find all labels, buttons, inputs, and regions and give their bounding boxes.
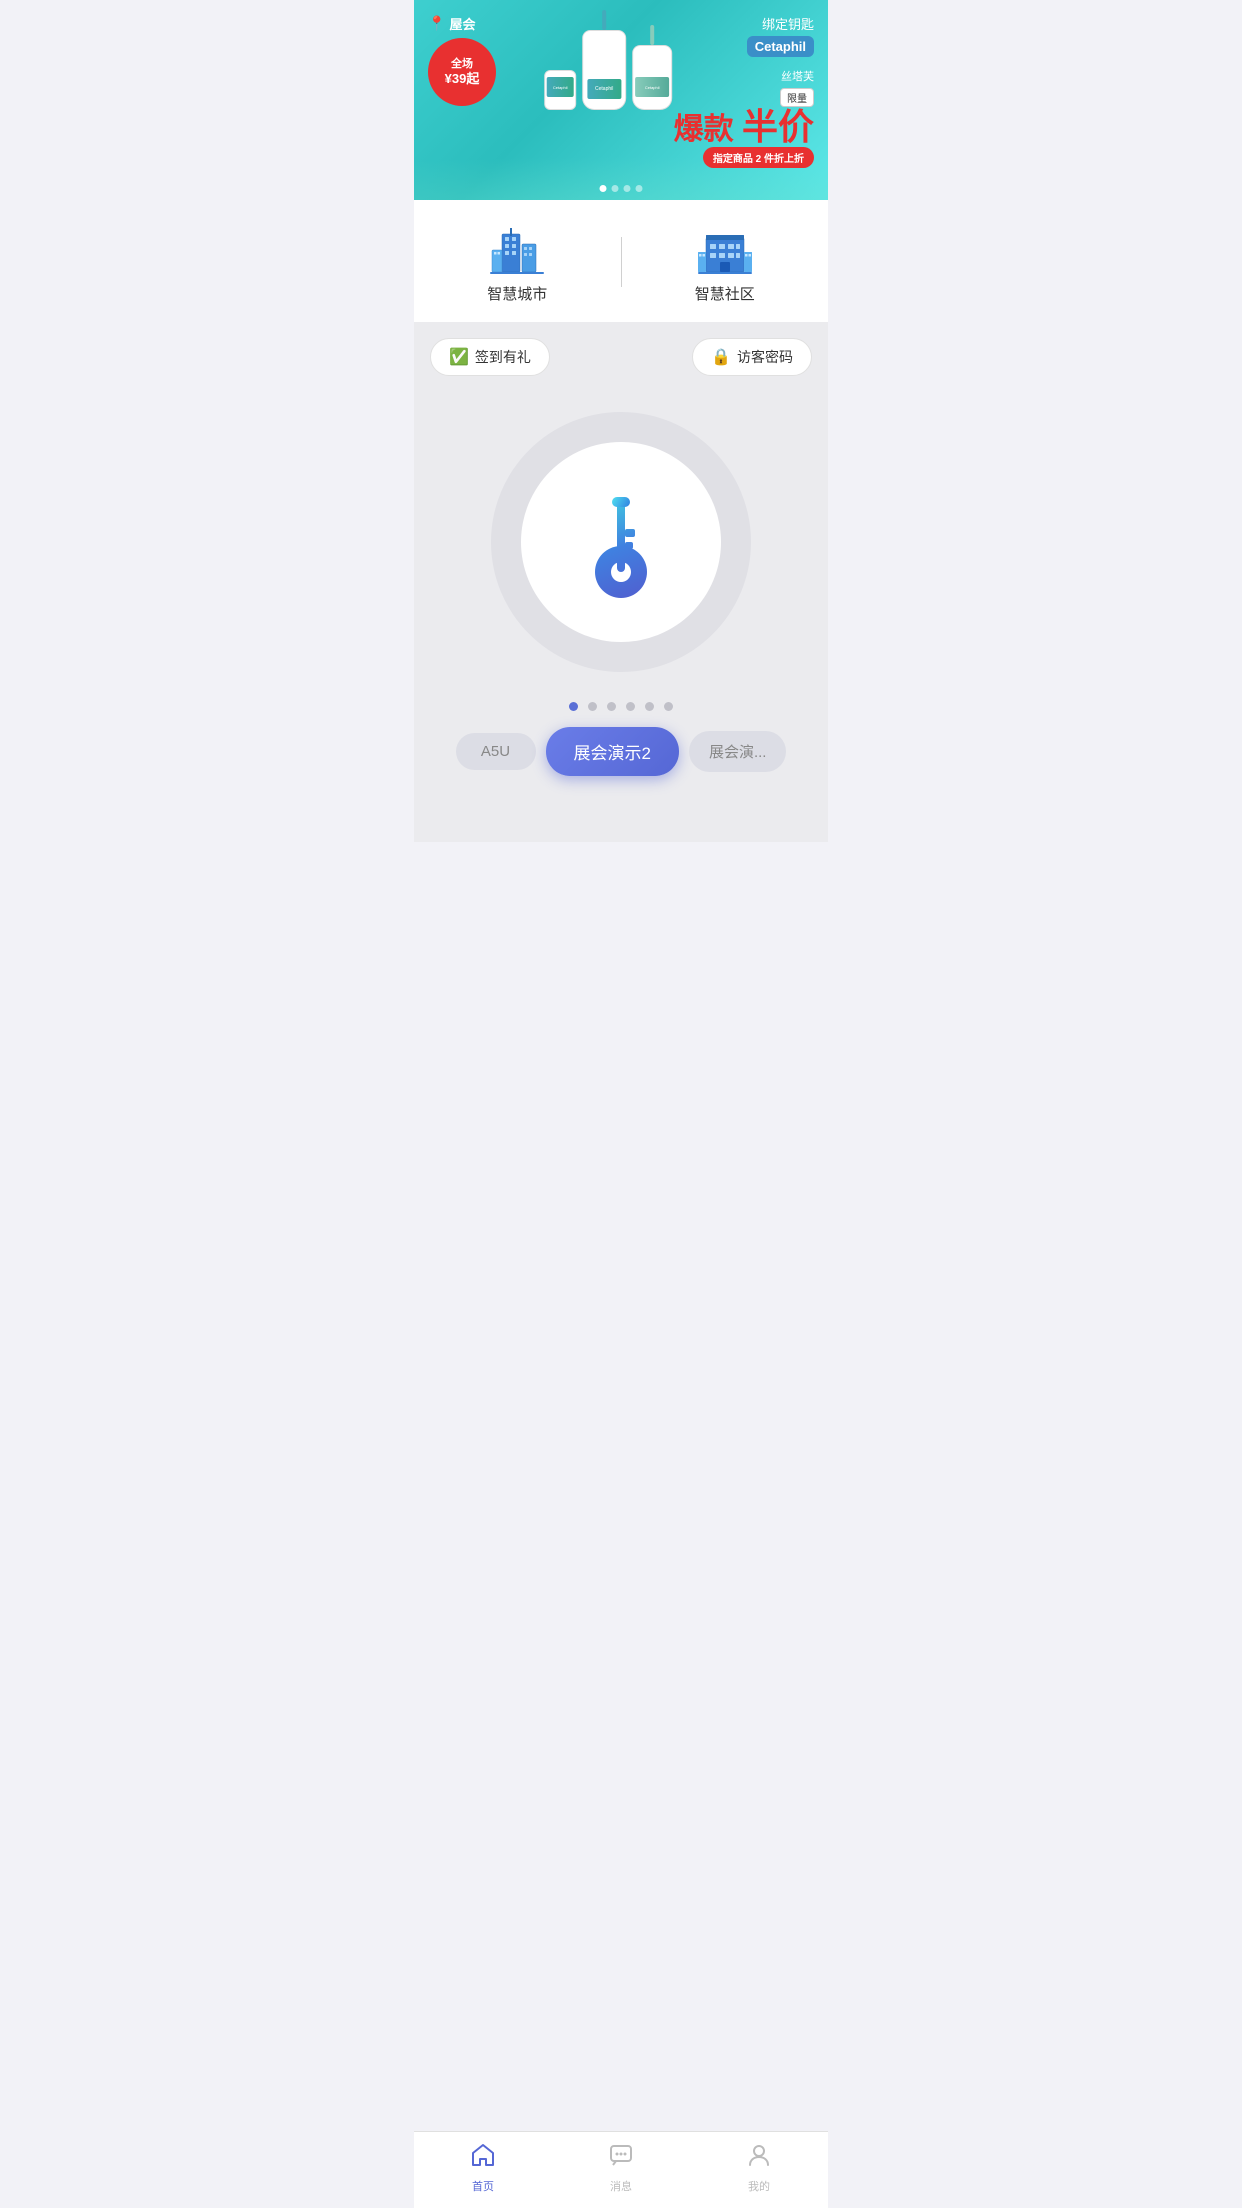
tab-selector: A5U 展会演示2 展会演... bbox=[430, 727, 812, 784]
carousel-dot-1[interactable] bbox=[569, 702, 578, 711]
bottom-spacer bbox=[414, 842, 828, 917]
banner-bottles: Cetaphil Cetaphil Cetaphil bbox=[544, 10, 672, 110]
category-smart-city[interactable]: 智慧城市 bbox=[414, 220, 621, 304]
carousel-dots bbox=[430, 702, 812, 711]
checkin-label: 签到有礼 bbox=[475, 347, 531, 367]
action-row: ✅ 签到有礼 🔒 访客密码 bbox=[430, 338, 812, 376]
banner-dots bbox=[600, 185, 643, 192]
banner-sub-promo: 指定商品 2 件折上折 bbox=[703, 147, 814, 168]
tab-a5u[interactable]: A5U bbox=[456, 733, 536, 770]
carousel-dot-2[interactable] bbox=[588, 702, 597, 711]
bottom-nav: 首页 消息 我的 bbox=[414, 2131, 828, 2208]
banner-price-badge: 全场 ¥39起 bbox=[428, 38, 496, 106]
main-section: ✅ 签到有礼 🔒 访客密码 bbox=[414, 322, 828, 842]
carousel-dot-5[interactable] bbox=[645, 702, 654, 711]
category-smart-community[interactable]: 智慧社区 bbox=[622, 220, 829, 304]
carousel-dot-4[interactable] bbox=[626, 702, 635, 711]
key-icon bbox=[571, 477, 671, 607]
banner: 📍 屋会 全场 ¥39起 绑定钥匙 Cetaphil 丝塔芙 Cetaphil … bbox=[414, 0, 828, 200]
banner-dot-4[interactable] bbox=[636, 185, 643, 192]
nav-home[interactable]: 首页 bbox=[414, 2142, 552, 2194]
banner-expo-tag: 📍 屋会 bbox=[428, 14, 475, 33]
nav-mine[interactable]: 我的 bbox=[690, 2142, 828, 2194]
checkin-button[interactable]: ✅ 签到有礼 bbox=[430, 338, 550, 376]
banner-cetaphil-sub: 丝塔芙 bbox=[781, 68, 814, 84]
nav-messages[interactable]: 消息 bbox=[552, 2142, 690, 2194]
banner-dot-1[interactable] bbox=[600, 185, 607, 192]
carousel-dot-3[interactable] bbox=[607, 702, 616, 711]
tab-expo2[interactable]: 展会演示2 bbox=[546, 727, 679, 776]
bottle-tall: Cetaphil bbox=[582, 10, 626, 110]
bottle-medium: Cetaphil bbox=[632, 25, 672, 110]
messages-icon bbox=[608, 2142, 634, 2175]
smart-city-label: 智慧城市 bbox=[487, 283, 547, 304]
visitor-button[interactable]: 🔒 访客密码 bbox=[692, 338, 812, 376]
banner-promo-text: 限量 爆款 半价 bbox=[674, 88, 814, 145]
nav-messages-label: 消息 bbox=[610, 2178, 632, 2194]
smart-community-label: 智慧社区 bbox=[695, 283, 755, 304]
banner-cetaphil-logo: Cetaphil bbox=[747, 36, 814, 57]
banner-full-discount: 全场 bbox=[451, 58, 473, 71]
banner-expo-text: 屋会 bbox=[449, 14, 475, 33]
banner-price: ¥39起 bbox=[445, 71, 480, 87]
visitor-label: 访客密码 bbox=[737, 347, 793, 367]
tab-expo3[interactable]: 展会演... bbox=[689, 731, 787, 772]
home-icon bbox=[470, 2142, 496, 2175]
smart-community-icon bbox=[695, 220, 755, 275]
banner-dot-3[interactable] bbox=[624, 185, 631, 192]
key-container[interactable] bbox=[430, 392, 812, 702]
pin-icon: 📍 bbox=[428, 15, 445, 32]
key-inner-circle bbox=[521, 442, 721, 642]
carousel-dot-6[interactable] bbox=[664, 702, 673, 711]
key-outer-circle bbox=[491, 412, 751, 672]
smart-city-icon bbox=[487, 220, 547, 275]
visitor-icon: 🔒 bbox=[711, 347, 731, 367]
checkin-icon: ✅ bbox=[449, 347, 469, 367]
categories-section: 智慧城市 bbox=[414, 200, 828, 322]
nav-mine-label: 我的 bbox=[748, 2178, 770, 2194]
banner-bind-key[interactable]: 绑定钥匙 bbox=[762, 14, 814, 33]
profile-icon bbox=[746, 2142, 772, 2175]
nav-home-label: 首页 bbox=[472, 2178, 494, 2194]
banner-dot-2[interactable] bbox=[612, 185, 619, 192]
bottle-small: Cetaphil bbox=[544, 70, 576, 110]
